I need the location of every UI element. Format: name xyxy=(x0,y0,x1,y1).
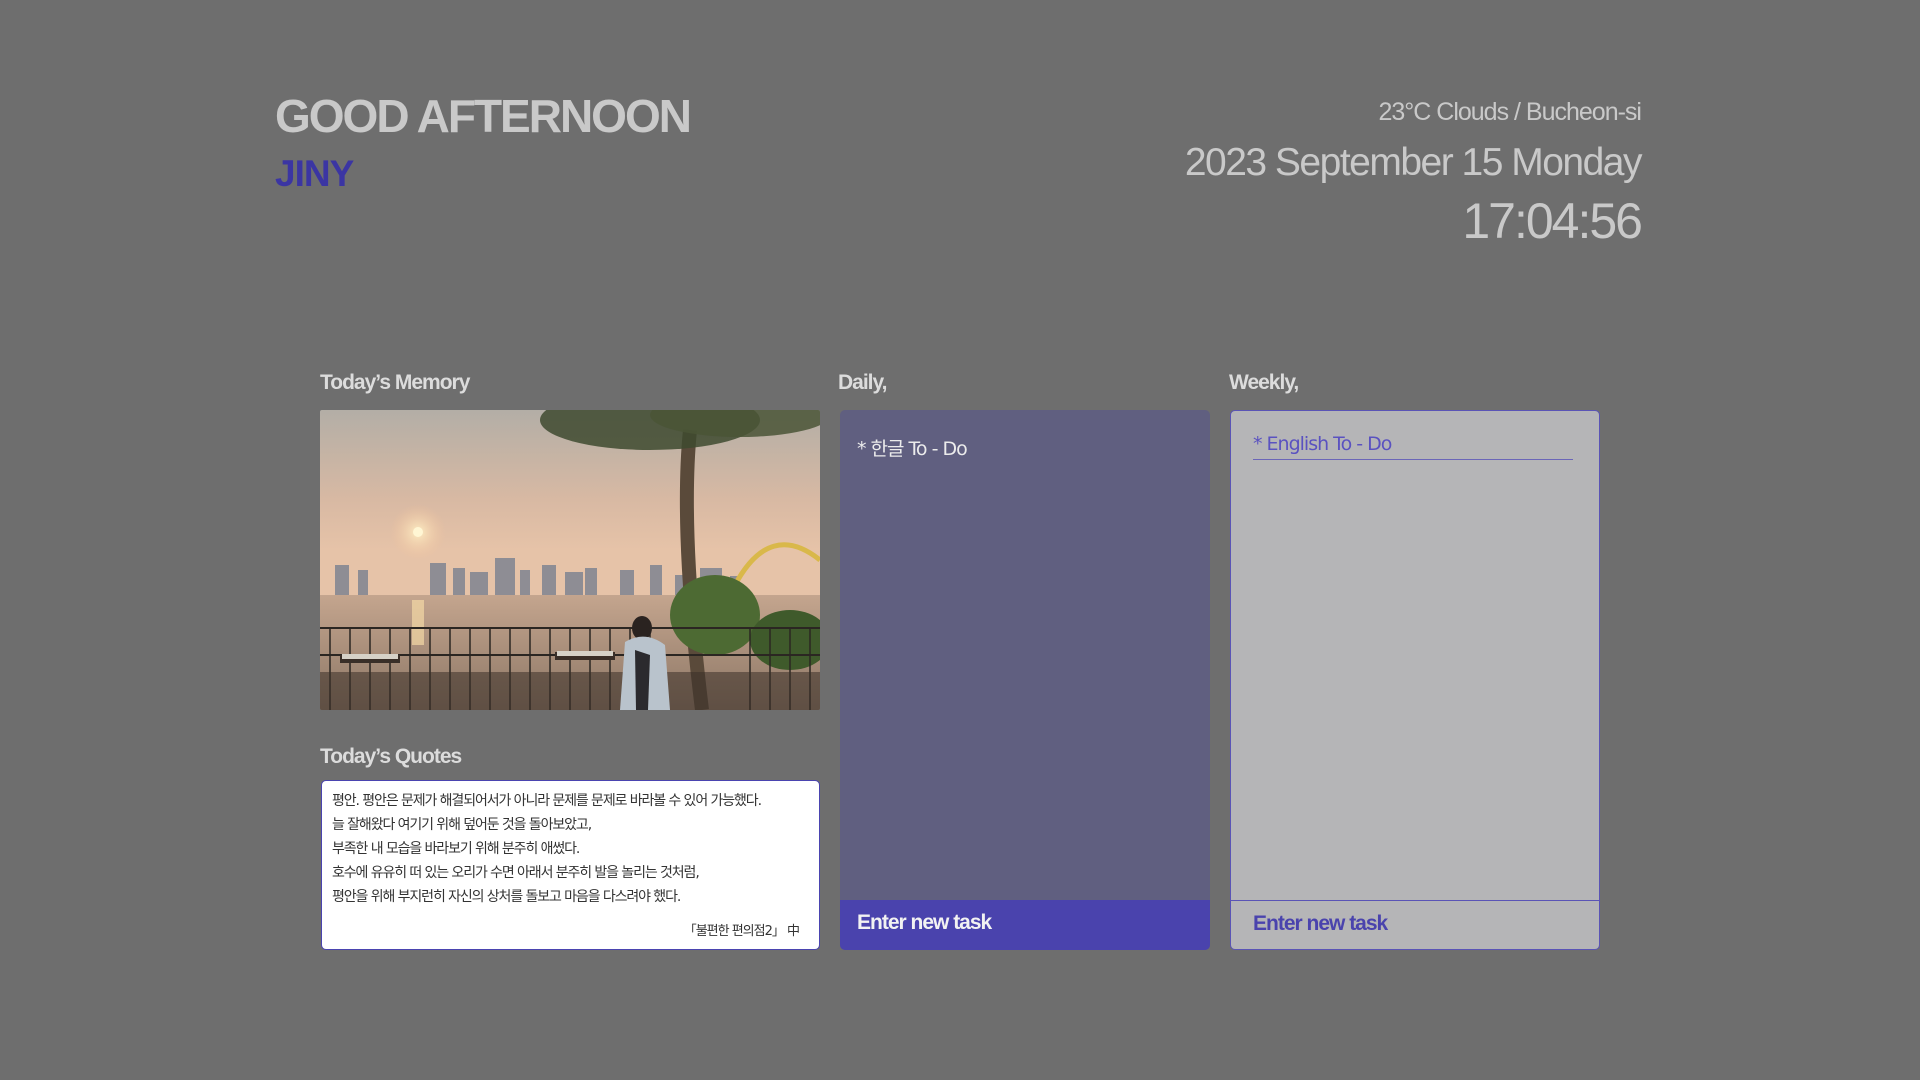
quotes-label: Today’s Quotes xyxy=(320,745,462,768)
daily-label: Daily, xyxy=(838,371,887,394)
greeting: GOOD AFTERNOON JINY xyxy=(275,90,692,194)
weather-text: 23°C Clouds / Bucheon-si xyxy=(1378,98,1642,126)
date-text: 2023 September 15 Monday xyxy=(1184,141,1643,184)
quote-line: 늘 잘해왔다 여기기 위해 덮어둔 것을 돌아보았고, xyxy=(332,817,592,833)
daily-new-task-input[interactable]: Enter new task xyxy=(840,900,1210,950)
daily-todo-item[interactable]: * 한글 To - Do xyxy=(857,434,968,461)
clock-text: 17:04:56 xyxy=(1462,193,1643,249)
daily-todo-panel: * 한글 To - Do Enter new task xyxy=(840,410,1210,950)
weekly-new-task-input[interactable]: Enter new task xyxy=(1231,900,1599,949)
quote-line: 부족한 내 모습을 바라보기 위해 분주히 애썼다. xyxy=(332,841,580,857)
quote-line: 호수에 유유히 떠 있는 오리가 수면 아래서 분주히 발을 놀리는 것처럼, xyxy=(332,865,700,881)
weekly-todo-item[interactable]: * English To - Do xyxy=(1253,433,1573,460)
info-panel: 23°C Clouds / Bucheon-si 2023 September … xyxy=(1184,98,1643,249)
quote-source: 「불편한 편의점2」 中 xyxy=(683,924,800,939)
weekly-todo-panel: * English To - Do Enter new task xyxy=(1230,410,1600,950)
quote-line: 평안을 위해 부지런히 자신의 상처를 돌보고 마음을 다스려야 했다. xyxy=(332,889,681,905)
quote-box: 평안. 평안은 문제가 해결되어서가 아니라 문제를 문제로 바라볼 수 있어 … xyxy=(321,780,820,950)
memory-photo xyxy=(320,410,820,710)
user-name: JINY xyxy=(275,153,354,194)
greeting-title: GOOD AFTERNOON xyxy=(275,90,692,142)
quote-line: 평안. 평안은 문제가 해결되어서가 아니라 문제를 문제로 바라볼 수 있어 … xyxy=(332,793,762,809)
memory-label: Today’s Memory xyxy=(320,371,470,394)
weekly-label: Weekly, xyxy=(1229,371,1299,394)
